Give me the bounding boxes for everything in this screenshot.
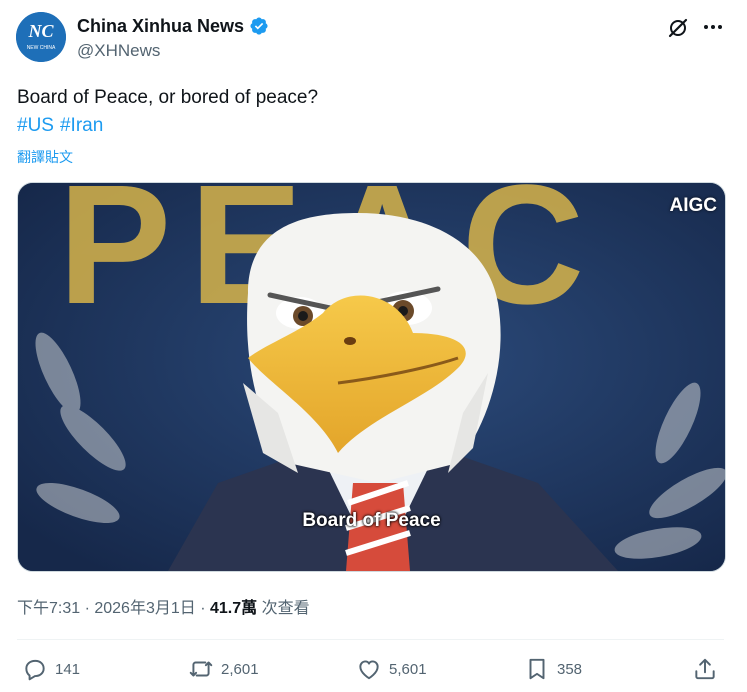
bookmark-button[interactable]: 358: [524, 656, 582, 682]
author-handle[interactable]: @XHNews: [77, 41, 269, 61]
author-display-name[interactable]: China Xinhua News: [77, 16, 244, 37]
bookmark-count: 358: [557, 660, 583, 678]
avatar-text: NEW CHINA: [27, 45, 56, 51]
more-icon[interactable]: [700, 14, 726, 40]
aigc-badge: AIGC: [669, 195, 718, 216]
reply-icon: [25, 659, 45, 681]
hashtag-iran[interactable]: #Iran: [60, 115, 103, 136]
share-icon: [695, 658, 715, 680]
tweet-text: Board of Peace, or bored of peace?: [17, 87, 319, 108]
verified-badge-icon: [249, 16, 269, 36]
divider: [17, 639, 724, 640]
tweet-card: NC NEW CHINA China Xinhua News @XHNews B…: [0, 0, 747, 692]
hashtags: #US #Iran: [17, 115, 109, 137]
reply-count: 141: [55, 660, 81, 678]
views-count: 41.7萬: [209, 600, 258, 617]
retweet-button[interactable]: 2,601: [188, 656, 259, 682]
svg-text:NC: NC: [27, 21, 54, 41]
author-info: China Xinhua News @XHNews: [77, 14, 269, 61]
grok-icon[interactable]: [666, 16, 690, 40]
tweet-meta: 下午7:31 · 2026年3月1日 · 41.7萬 次查看: [17, 594, 310, 618]
author-avatar[interactable]: NC NEW CHINA: [16, 12, 66, 62]
reply-button[interactable]: 141: [22, 656, 80, 682]
video-caption: Board of Peace: [302, 510, 441, 531]
translate-post-link[interactable]: 翻譯貼文: [17, 147, 73, 167]
meta-separator: ·: [195, 600, 210, 617]
video-media[interactable]: PEAC: [17, 182, 726, 572]
retweet-count: 2,601: [221, 660, 259, 678]
like-icon: [359, 660, 379, 680]
like-count: 5,601: [389, 660, 427, 678]
views-label: 次查看: [261, 600, 310, 617]
timestamp[interactable]: 下午7:31 · 2026年3月1日: [17, 600, 196, 617]
hashtag-us[interactable]: #US: [17, 115, 54, 136]
share-button[interactable]: [692, 656, 718, 682]
retweet-icon: [189, 661, 213, 677]
bookmark-icon: [529, 658, 545, 680]
like-button[interactable]: 5,601: [356, 656, 427, 682]
